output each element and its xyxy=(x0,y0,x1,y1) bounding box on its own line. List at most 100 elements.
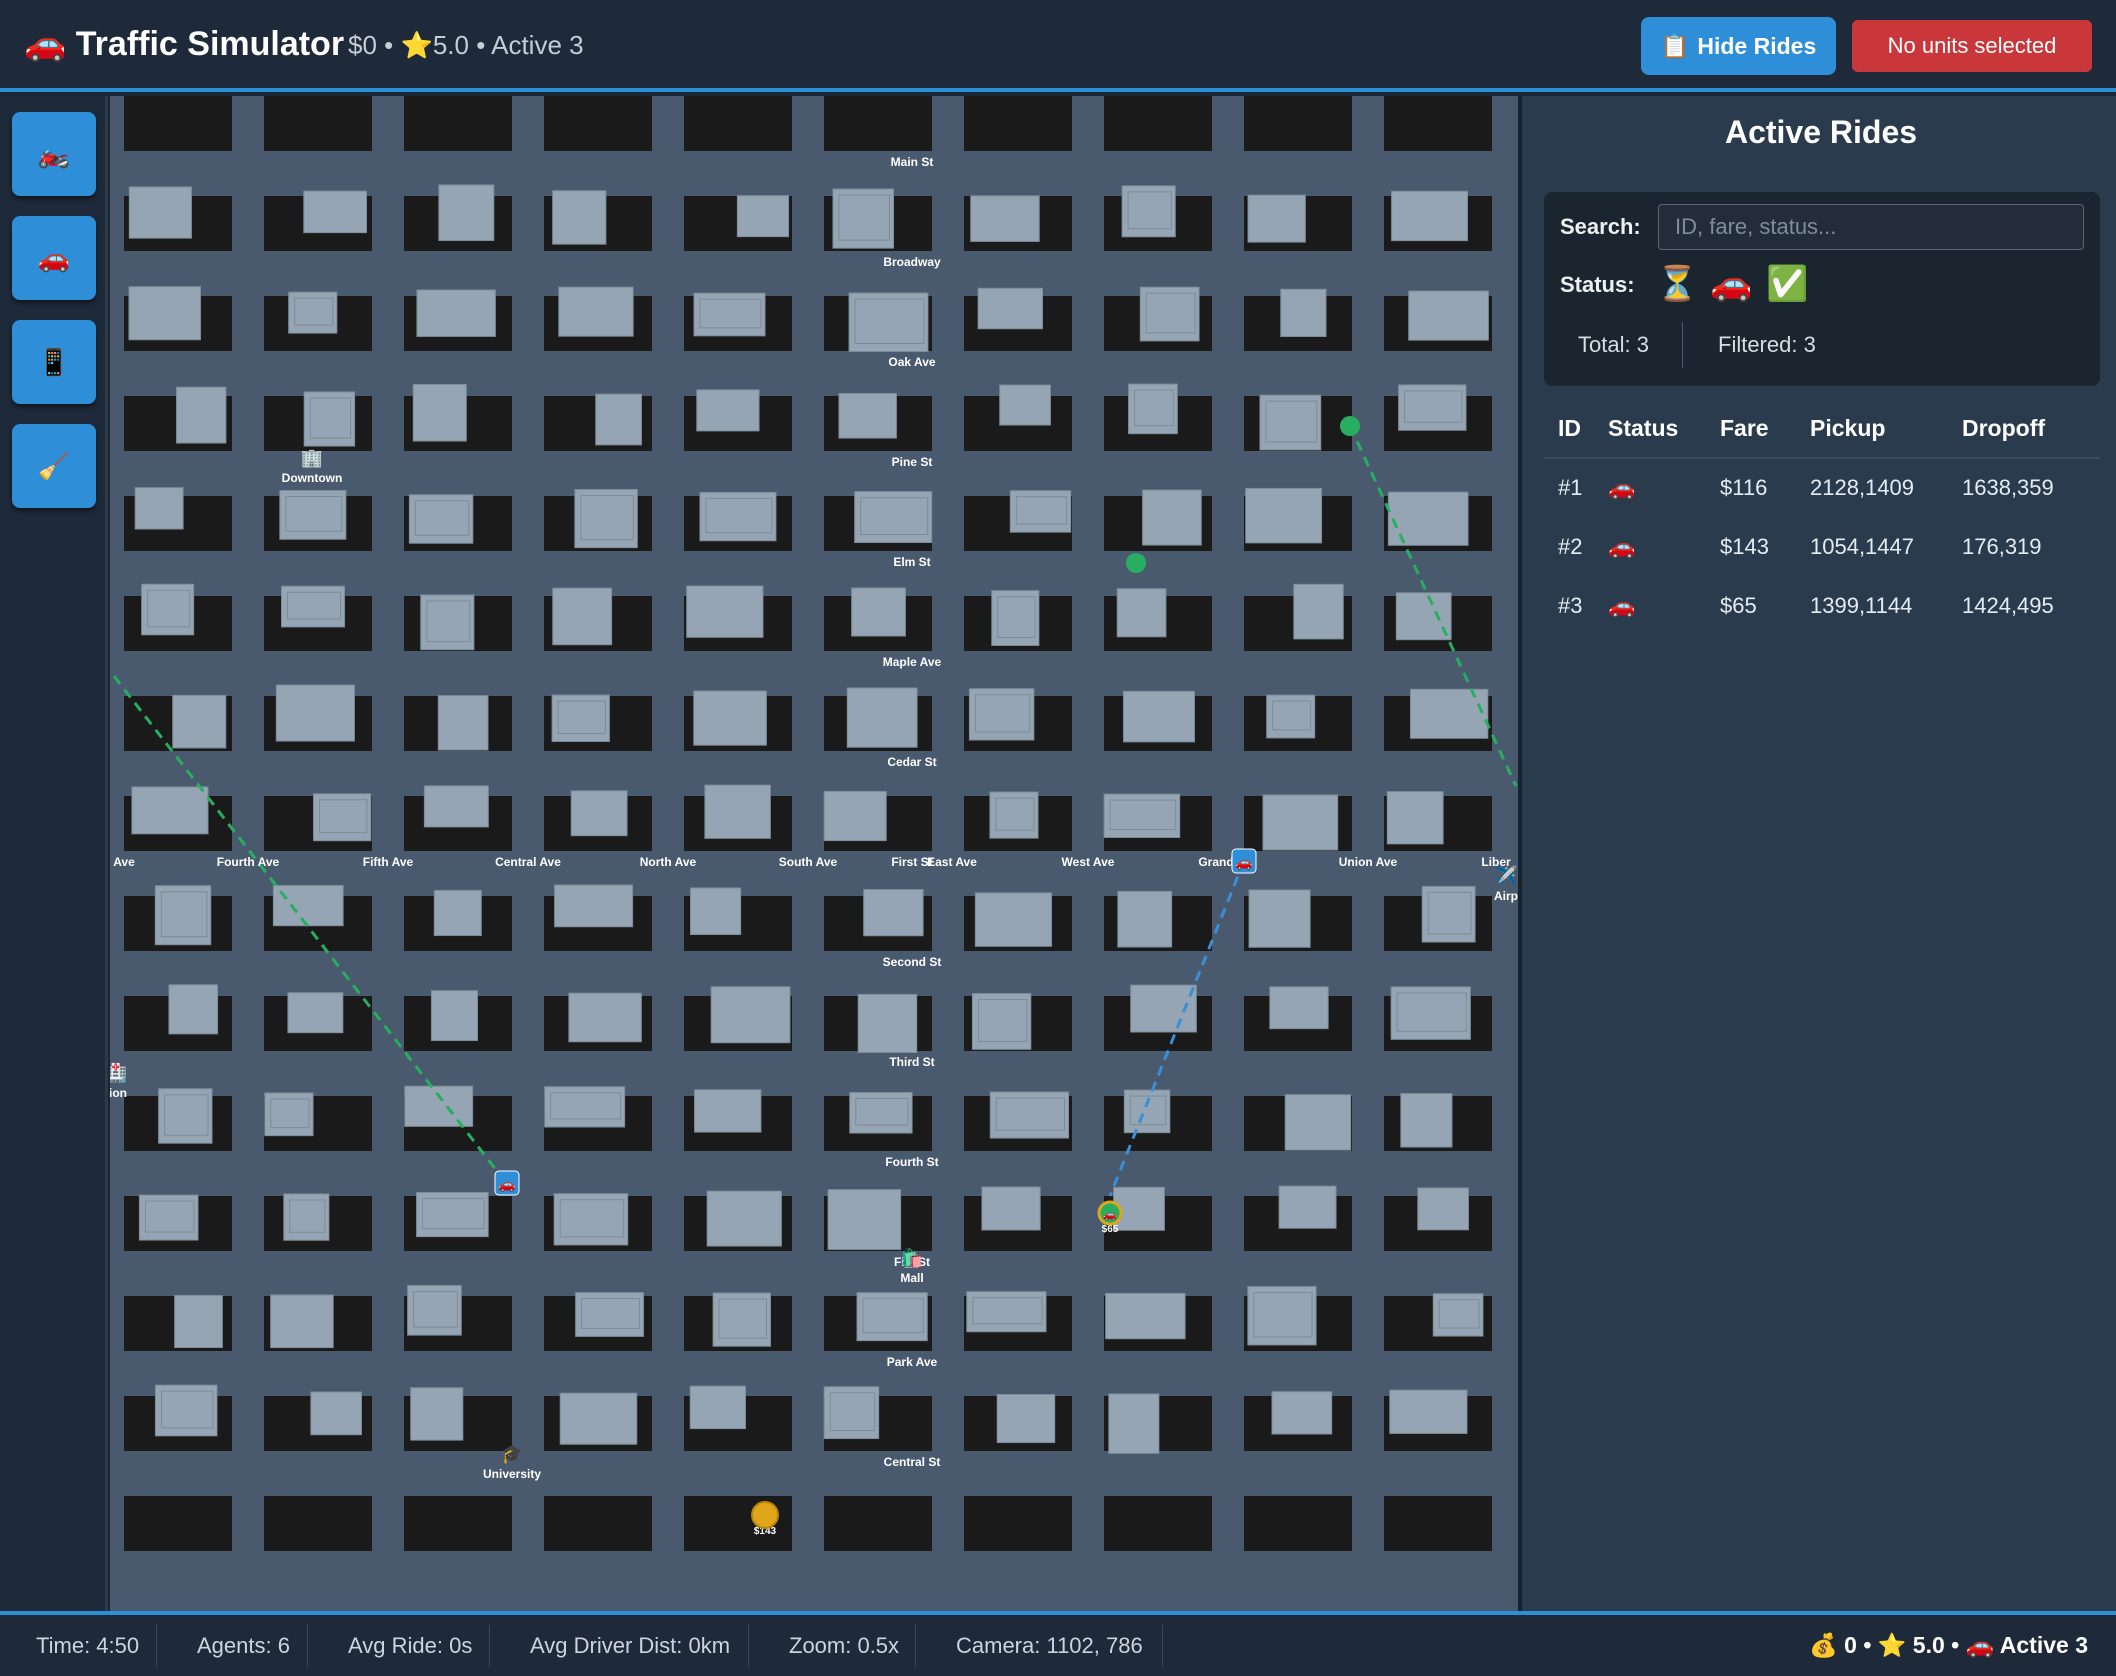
building xyxy=(1247,194,1306,243)
ride-pickup: 1054,1447 xyxy=(1810,533,1914,559)
divider xyxy=(307,1625,308,1667)
column-header-pickup[interactable]: Pickup xyxy=(1810,414,1962,459)
building xyxy=(1271,1391,1333,1435)
building xyxy=(1417,1187,1469,1231)
building xyxy=(832,188,895,249)
building xyxy=(279,489,347,540)
building xyxy=(283,1193,330,1241)
building xyxy=(138,1194,199,1241)
spawn-motorcycle-button[interactable]: 🏍️ xyxy=(12,112,96,196)
street-label: Maple Ave xyxy=(883,655,942,669)
request-ride-button[interactable]: 📱 xyxy=(12,320,96,404)
dropoff-marker xyxy=(1340,416,1360,436)
building xyxy=(1280,288,1327,337)
divider xyxy=(915,1625,916,1667)
building xyxy=(168,984,219,1035)
landmark-label: Downtown xyxy=(282,471,343,485)
spawn-car-button[interactable]: 🚗 xyxy=(12,216,96,300)
dropoff-marker xyxy=(1126,553,1146,573)
building xyxy=(595,393,642,446)
footer-summary: 💰 0 • ⭐ 5.0 • 🚗 Active 3 xyxy=(1809,1632,2088,1658)
street-label: Main St xyxy=(891,155,934,169)
street-label: Broadway xyxy=(883,255,941,269)
city-map[interactable]: Main St Broadway Oak Ave Pine St Elm St Maple… xyxy=(110,96,1518,1611)
building xyxy=(710,986,791,1044)
column-header-dropoff[interactable]: Dropoff xyxy=(1962,414,2100,459)
rides-table: ID Status Fare Pickup Dropoff #1 🚗 $116 … xyxy=(1544,414,2100,635)
city-block xyxy=(264,1496,372,1551)
street-label: Central St xyxy=(884,1455,941,1469)
building xyxy=(857,993,918,1054)
avg-ride: Avg Ride: 0s xyxy=(348,1632,473,1658)
motorcycle-icon: 🏍️ xyxy=(37,138,71,169)
building xyxy=(1391,190,1469,242)
clear-button[interactable]: 🧹 xyxy=(12,424,96,508)
building xyxy=(128,186,192,239)
building xyxy=(1293,583,1344,640)
camera-position: Camera: 1102, 786 xyxy=(956,1632,1143,1658)
avenue-label: Fifth Ave xyxy=(363,855,414,869)
divider xyxy=(1682,322,1683,368)
ride-id: #1 xyxy=(1558,475,1583,500)
map-canvas[interactable]: Main St Broadway Oak Ave Pine St Elm St Maple… xyxy=(110,96,1518,1611)
landmark-icon: 🎓 xyxy=(501,1444,523,1464)
table-row[interactable]: #1 🚗 $116 2128,1409 1638,359 xyxy=(1544,458,2100,517)
car-icon[interactable]: 🚗 xyxy=(1710,264,1752,304)
car-icon: 🚗 xyxy=(1608,475,1636,500)
landmark-label: tion xyxy=(110,1086,127,1100)
building xyxy=(1278,1185,1337,1229)
building xyxy=(423,785,489,828)
city-block xyxy=(404,1496,512,1551)
building xyxy=(1395,592,1452,641)
building xyxy=(552,587,613,646)
search-label: Search: xyxy=(1560,214,1641,239)
ride-fare: $143 xyxy=(1720,533,1769,559)
table-row[interactable]: #3 🚗 $65 1399,1144 1424,495 xyxy=(1544,576,2100,635)
building xyxy=(1262,794,1339,851)
hide-rides-label: Hide Rides xyxy=(1697,32,1817,59)
building xyxy=(1247,1286,1317,1346)
landmark-icon: 🛍️ xyxy=(901,1247,923,1268)
tool-sidebar: 🏍️ 🚗 📱 🧹 xyxy=(0,96,108,1611)
city-block xyxy=(544,96,652,151)
building xyxy=(1398,384,1467,431)
divider xyxy=(748,1625,749,1667)
street-label: Pine St xyxy=(892,455,933,469)
ride-dropoff: 1638,359 xyxy=(1962,475,2054,500)
car-icon: 🚗 xyxy=(1235,854,1252,871)
status-bar: Time: 4:50 Agents: 6 Avg Ride: 0s Avg Dr… xyxy=(0,1611,2116,1676)
building xyxy=(404,1085,474,1127)
table-row[interactable]: #2 🚗 $143 1054,1447 176,319 xyxy=(1544,517,2100,576)
city-block xyxy=(124,1496,232,1551)
building xyxy=(977,287,1044,330)
hide-rides-button[interactable]: 📋 Hide Rides xyxy=(1641,17,1836,75)
car-icon: 🚗 xyxy=(1103,1209,1117,1221)
check-icon[interactable]: ✅ xyxy=(1766,264,1808,304)
column-header-status[interactable]: Status xyxy=(1608,414,1720,459)
hourglass-icon[interactable]: ⏳ xyxy=(1656,264,1698,304)
avenue-label: Ave xyxy=(113,855,135,869)
ride-pickup: 2128,1409 xyxy=(1810,475,1914,500)
building xyxy=(416,289,496,337)
column-header-fare[interactable]: Fare xyxy=(1720,414,1810,459)
building xyxy=(437,695,489,751)
search-input[interactable] xyxy=(1658,204,2084,250)
zoom-level: Zoom: 0.5x xyxy=(789,1632,900,1658)
building xyxy=(552,190,607,245)
building xyxy=(1269,986,1329,1030)
building xyxy=(1105,1292,1186,1340)
building xyxy=(974,892,1053,947)
car-icon: 🚗 xyxy=(1608,592,1636,618)
avenue-label: South Ave xyxy=(779,855,838,869)
building xyxy=(696,389,760,432)
ride-pickup: 1399,1144 xyxy=(1810,592,1913,618)
building xyxy=(1389,1389,1468,1434)
building xyxy=(575,1292,645,1337)
building xyxy=(856,1292,928,1342)
building xyxy=(174,1294,223,1349)
building xyxy=(568,992,642,1043)
column-header-id[interactable]: ID xyxy=(1544,414,1608,459)
building xyxy=(846,687,918,748)
units-selection-button[interactable]: No units selected xyxy=(1852,20,2092,72)
ride-fare: $116 xyxy=(1720,475,1768,500)
